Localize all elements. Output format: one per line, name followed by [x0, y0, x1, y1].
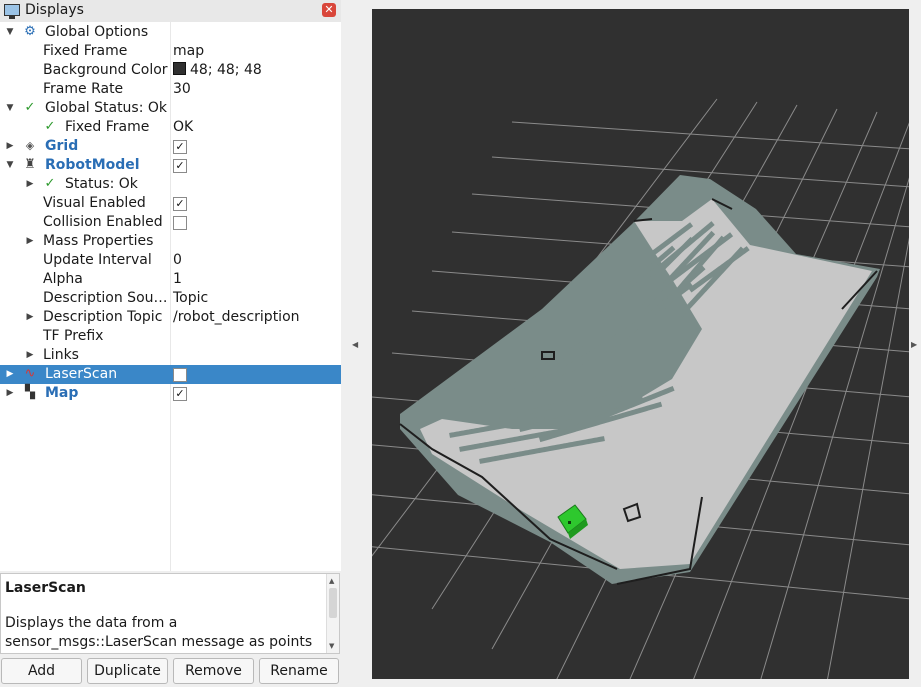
- collapse-arrow-icon[interactable]: ▶: [25, 175, 35, 194]
- collapse-left-icon[interactable]: ◀: [352, 340, 358, 349]
- map-label: Map: [45, 385, 79, 401]
- description-box: LaserScan Displays the data from a senso…: [0, 573, 340, 654]
- frame-rate-value[interactable]: 30: [173, 80, 191, 99]
- map-icon: ▚: [25, 385, 35, 400]
- expand-arrow-icon[interactable]: ▼: [5, 99, 15, 118]
- add-button[interactable]: Add: [1, 658, 82, 684]
- laser-scan-icon: ∿: [24, 366, 36, 381]
- tree-item-visual-enabled[interactable]: Visual Enabled ✓: [0, 194, 341, 213]
- monitor-icon: [4, 4, 20, 19]
- grid-label: Grid: [45, 138, 79, 154]
- scroll-down-icon[interactable]: ▼: [329, 642, 334, 650]
- collapse-arrow-icon[interactable]: ▶: [5, 384, 15, 403]
- description-scrollbar[interactable]: ▲ ▼: [326, 574, 339, 653]
- tree-item-laser-scan[interactable]: ▶ ∿ LaserScan: [0, 365, 341, 384]
- update-interval-label: Update Interval: [43, 252, 152, 268]
- panel-splitter[interactable]: ◀: [341, 0, 372, 687]
- tree-item-map[interactable]: ▶ ▚ Map ✓: [0, 384, 341, 403]
- robot-icon: ♜: [24, 157, 36, 172]
- tree-item-background-color[interactable]: Background Color 48; 48; 48: [0, 61, 341, 80]
- tree-item-alpha[interactable]: Alpha 1: [0, 270, 341, 289]
- collapse-arrow-icon[interactable]: ▶: [25, 346, 35, 365]
- tree-item-robot-status[interactable]: ▶ ✓ Status: Ok: [0, 175, 341, 194]
- collapse-right-icon[interactable]: ▶: [911, 340, 917, 349]
- map-checkbox[interactable]: ✓: [173, 387, 187, 401]
- tree-item-update-interval[interactable]: Update Interval 0: [0, 251, 341, 270]
- description-title: LaserScan: [5, 580, 86, 596]
- render-viewport[interactable]: [372, 9, 909, 679]
- robot-model-label: RobotModel: [45, 157, 140, 173]
- scrollbar-thumb[interactable]: [329, 588, 337, 618]
- visual-enabled-checkbox[interactable]: ✓: [173, 197, 187, 211]
- tree-item-collision-enabled[interactable]: Collision Enabled: [0, 213, 341, 232]
- frame-rate-label: Frame Rate: [43, 81, 124, 97]
- robot-model-checkbox[interactable]: ✓: [173, 159, 187, 173]
- tree-item-tf-prefix[interactable]: TF Prefix: [0, 327, 341, 346]
- global-status-label: Global Status: Ok: [45, 100, 168, 116]
- checkmark-icon: ✓: [24, 100, 36, 115]
- update-interval-value[interactable]: 0: [173, 251, 182, 270]
- tree-item-fixed-frame[interactable]: Fixed Frame map: [0, 42, 341, 61]
- background-color-label: Background Color: [43, 62, 168, 78]
- tree-item-robot-model[interactable]: ▼ ♜ RobotModel ✓: [0, 156, 341, 175]
- mass-properties-label: Mass Properties: [43, 233, 154, 249]
- description-text: Displays the data from a sensor_msgs::La…: [5, 615, 313, 650]
- tree-item-description-topic[interactable]: ▶ Description Topic /robot_description: [0, 308, 341, 327]
- scene-svg[interactable]: [372, 9, 909, 679]
- checkmark-icon: ✓: [44, 119, 56, 134]
- description-source-value[interactable]: Topic: [173, 289, 208, 308]
- collision-enabled-checkbox[interactable]: [173, 216, 187, 230]
- tree-item-global-status[interactable]: ▼ ✓ Global Status: Ok: [0, 99, 341, 118]
- collision-enabled-label: Collision Enabled: [43, 214, 163, 230]
- grid-icon: ◈: [25, 139, 35, 152]
- collapse-arrow-icon[interactable]: ▶: [25, 232, 35, 251]
- visual-enabled-label: Visual Enabled: [43, 195, 146, 211]
- description-topic-label: Description Topic: [43, 309, 163, 325]
- fixed-frame-label: Fixed Frame: [43, 43, 128, 59]
- close-icon[interactable]: ✕: [322, 3, 336, 17]
- description-topic-value[interactable]: /robot_description: [173, 308, 300, 327]
- collapse-arrow-icon[interactable]: ▶: [5, 137, 15, 156]
- laser-scan-label: LaserScan: [45, 366, 118, 382]
- remove-button[interactable]: Remove: [173, 658, 254, 684]
- tree-item-grid[interactable]: ▶ ◈ Grid ✓: [0, 137, 341, 156]
- status-fixed-frame-label: Fixed Frame: [65, 119, 150, 135]
- links-label: Links: [43, 347, 79, 363]
- tree-item-status-fixed-frame[interactable]: ✓ Fixed Frame OK: [0, 118, 341, 137]
- color-swatch[interactable]: [173, 62, 186, 75]
- panel-title: Displays: [25, 2, 84, 18]
- tree-item-description-source[interactable]: Description Sou… Topic: [0, 289, 341, 308]
- tf-prefix-label: TF Prefix: [43, 328, 104, 344]
- checkmark-icon: ✓: [44, 176, 56, 191]
- alpha-value[interactable]: 1: [173, 270, 182, 289]
- grid-checkbox[interactable]: ✓: [173, 140, 187, 154]
- tree-item-mass-properties[interactable]: ▶ Mass Properties: [0, 232, 341, 251]
- expand-arrow-icon[interactable]: ▼: [5, 23, 15, 42]
- robot-status-label: Status: Ok: [65, 176, 138, 192]
- expand-arrow-icon[interactable]: ▼: [5, 156, 15, 175]
- rename-button[interactable]: Rename: [259, 658, 339, 684]
- collapse-arrow-icon[interactable]: ▶: [25, 308, 35, 327]
- scroll-up-icon[interactable]: ▲: [329, 577, 334, 585]
- fixed-frame-value[interactable]: map: [173, 42, 204, 61]
- displays-panel: Displays ✕ ▼ ⚙ Global Options Fixed Fram…: [0, 0, 342, 687]
- duplicate-button[interactable]: Duplicate: [87, 658, 168, 684]
- background-color-text: 48; 48; 48: [190, 62, 262, 78]
- laser-scan-checkbox[interactable]: [173, 368, 187, 382]
- displays-tree[interactable]: ▼ ⚙ Global Options Fixed Frame map Backg…: [0, 22, 342, 571]
- tree-item-global-options[interactable]: ▼ ⚙ Global Options: [0, 23, 341, 42]
- tree-item-frame-rate[interactable]: Frame Rate 30: [0, 80, 341, 99]
- tree-item-links[interactable]: ▶ Links: [0, 346, 341, 365]
- collapse-arrow-icon[interactable]: ▶: [5, 365, 15, 384]
- displays-titlebar: Displays ✕: [0, 0, 341, 23]
- global-options-label: Global Options: [45, 24, 149, 40]
- status-fixed-frame-value: OK: [173, 119, 194, 135]
- background-color-value[interactable]: 48; 48; 48: [173, 61, 262, 80]
- description-source-label: Description Sou…: [43, 290, 168, 306]
- alpha-label: Alpha: [43, 271, 83, 287]
- gear-icon: ⚙: [24, 24, 36, 39]
